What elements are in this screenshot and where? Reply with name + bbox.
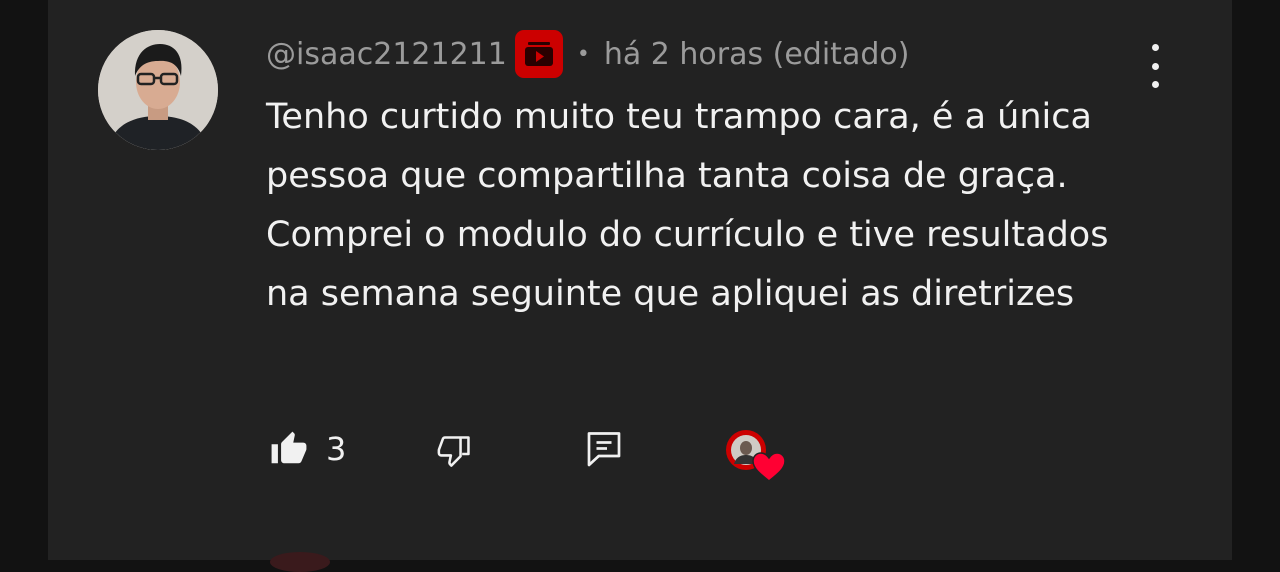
creator-heart-graphic bbox=[726, 430, 786, 482]
next-comment-avatar-edge bbox=[270, 552, 330, 572]
more-vertical-icon[interactable] bbox=[1140, 44, 1170, 88]
comment-body: Tenho curtido muito teu trampo cara, é a… bbox=[266, 97, 1109, 314]
like-count: 3 bbox=[326, 430, 347, 468]
comment-timestamp: há 2 horas (editado) bbox=[603, 36, 910, 72]
comment-header: @isaac2121211 • há 2 horas (editado) bbox=[266, 30, 909, 78]
thumbs-down-icon bbox=[437, 436, 470, 467]
youtube-member-badge-icon bbox=[514, 30, 563, 78]
avatar-portrait bbox=[98, 30, 218, 150]
like-button[interactable]: 3 bbox=[270, 430, 346, 468]
reply-button[interactable] bbox=[586, 430, 622, 470]
meta-separator: • bbox=[576, 41, 590, 67]
comment-username[interactable]: @isaac2121211 bbox=[266, 37, 507, 72]
dislike-button[interactable] bbox=[436, 432, 474, 470]
reply-icon bbox=[587, 432, 621, 467]
user-avatar[interactable] bbox=[98, 30, 218, 150]
badge-glyph bbox=[524, 42, 553, 66]
creator-heart-icon bbox=[724, 428, 788, 484]
thumbs-up-icon bbox=[271, 431, 307, 464]
